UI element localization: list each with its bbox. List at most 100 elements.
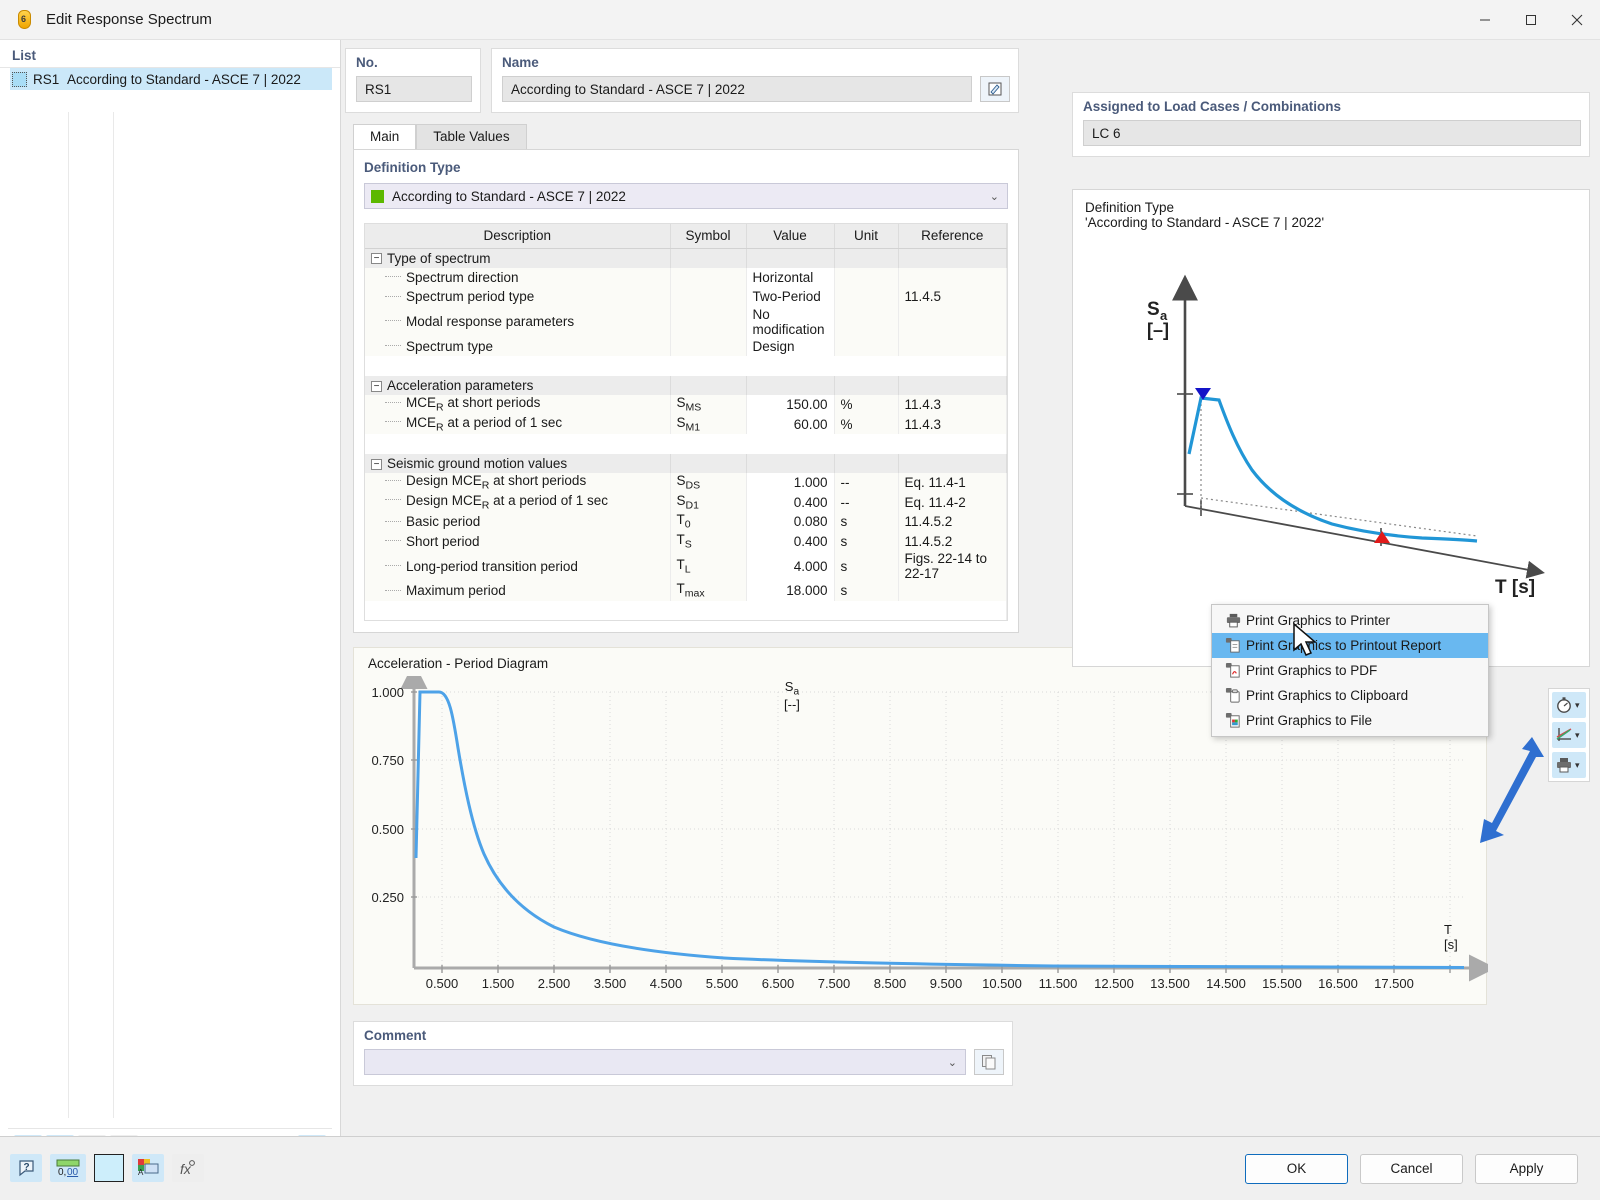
assigned-field[interactable]: LC 6 bbox=[1083, 120, 1581, 146]
print-file-icon bbox=[1220, 712, 1246, 729]
display-properties-icon[interactable]: A bbox=[132, 1154, 164, 1182]
cancel-button[interactable]: Cancel bbox=[1360, 1153, 1463, 1184]
diagram-y-axis-label: Sa [--] bbox=[784, 679, 800, 713]
preview-line-2: 'According to Standard - ASCE 7 | 2022' bbox=[1085, 215, 1325, 230]
list-item-name: According to Standard - ASCE 7 | 2022 bbox=[67, 71, 301, 87]
menu-label: Print Graphics to PDF bbox=[1246, 663, 1378, 678]
units-icon[interactable]: 0, 00 bbox=[50, 1154, 86, 1182]
row-value: 1.000 bbox=[746, 473, 835, 493]
svg-text:3.500: 3.500 bbox=[594, 976, 627, 991]
row-reference: Eq. 11.4-2 bbox=[898, 492, 1007, 512]
col-value: Value bbox=[746, 224, 835, 249]
tab-table-values[interactable]: Table Values bbox=[416, 124, 527, 149]
col-description: Description bbox=[365, 224, 671, 249]
svg-text:?: ? bbox=[24, 1162, 30, 1173]
col-unit: Unit bbox=[834, 224, 899, 249]
diagram-toolbar: ▾ ▾ ▾ bbox=[1548, 688, 1590, 782]
table-row[interactable]: Spectrum type Design bbox=[365, 336, 1007, 356]
menu-item-print-to-file[interactable]: Print Graphics to File bbox=[1212, 708, 1488, 733]
table-row[interactable]: Short period TS 0.400 s 11.4.5.2 bbox=[365, 531, 1007, 551]
row-unit: s bbox=[834, 531, 899, 551]
collapse-icon[interactable]: − bbox=[371, 458, 382, 470]
chevron-down-icon: ⌄ bbox=[947, 1056, 957, 1069]
svg-text:4.500: 4.500 bbox=[650, 976, 683, 991]
row-value[interactable]: 60.00 bbox=[746, 414, 835, 434]
row-description: Modal response parameters bbox=[406, 314, 575, 329]
menu-item-print-to-printer[interactable]: Print Graphics to Printer bbox=[1212, 608, 1488, 633]
row-value[interactable]: 150.00 bbox=[746, 395, 835, 415]
row-value: Horizontal bbox=[746, 267, 835, 287]
svg-text:2.500: 2.500 bbox=[538, 976, 571, 991]
no-field[interactable]: RS1 bbox=[356, 76, 472, 102]
dialog-footer: OK Cancel Apply bbox=[0, 1136, 1600, 1200]
row-reference: Figs. 22-14 to 22-17 bbox=[898, 551, 1007, 581]
help-icon[interactable]: ? bbox=[10, 1154, 42, 1182]
svg-text:0.750: 0.750 bbox=[371, 753, 404, 768]
table-group-row[interactable]: − Type of spectrum bbox=[365, 248, 1007, 268]
list-item-no: RS1 bbox=[33, 71, 60, 87]
menu-item-print-to-printout-report[interactable]: Print Graphics to Printout Report bbox=[1212, 633, 1488, 658]
diagram-icon[interactable]: ▾ bbox=[1552, 722, 1586, 748]
row-description: MCER at a period of 1 sec bbox=[406, 414, 563, 434]
row-reference: Eq. 11.4-1 bbox=[898, 473, 1007, 493]
print-clipboard-icon bbox=[1220, 687, 1246, 704]
caret-down-icon[interactable]: ▾ bbox=[1575, 700, 1586, 711]
row-description: Design MCER at a period of 1 sec bbox=[406, 492, 608, 512]
tab-main[interactable]: Main bbox=[353, 124, 417, 149]
table-row[interactable]: Design MCER at a period of 1 sec SD1 0.4… bbox=[365, 492, 1007, 512]
maximize-button[interactable] bbox=[1508, 0, 1554, 40]
comment-input[interactable]: ⌄ bbox=[364, 1049, 966, 1075]
definition-preview: Definition Type 'According to Standard -… bbox=[1072, 189, 1590, 667]
row-reference: 11.4.5.2 bbox=[898, 512, 1007, 532]
group-title: Type of spectrum bbox=[387, 250, 491, 266]
caret-down-icon[interactable]: ▾ bbox=[1575, 760, 1586, 771]
svg-text:1.000: 1.000 bbox=[371, 685, 404, 700]
edit-pencil-icon[interactable] bbox=[980, 76, 1010, 102]
row-description: Design MCER at short periods bbox=[406, 473, 587, 493]
collapse-icon[interactable]: − bbox=[371, 380, 382, 392]
close-button[interactable] bbox=[1554, 0, 1600, 40]
svg-text:00: 00 bbox=[67, 1167, 79, 1178]
comment-label: Comment bbox=[364, 1028, 427, 1043]
row-unit: % bbox=[834, 395, 899, 415]
table-row[interactable]: MCER at short periods SMS 150.00 % 11.4.… bbox=[365, 395, 1007, 415]
row-symbol: SDS bbox=[670, 473, 747, 493]
menu-item-print-to-pdf[interactable]: Print Graphics to PDF bbox=[1212, 658, 1488, 683]
table-row[interactable]: Spectrum direction Horizontal bbox=[365, 267, 1007, 287]
table-body: − Type of spectrum Spectrum direction Hor… bbox=[365, 248, 1007, 620]
collapse-icon[interactable]: − bbox=[371, 253, 382, 265]
row-value[interactable]: 4.000 bbox=[746, 551, 835, 581]
table-group-row[interactable]: − Acceleration parameters bbox=[365, 375, 1007, 395]
table-row[interactable]: Spectrum period type Two-Period 11.4.5 bbox=[365, 287, 1007, 307]
preview-diagram: S a [–] T [s] bbox=[1147, 274, 1545, 598]
row-value: 0.400 bbox=[746, 531, 835, 551]
row-value[interactable]: 18.000 bbox=[746, 581, 835, 601]
timer-icon[interactable]: ▾ bbox=[1552, 692, 1586, 718]
menu-item-print-to-clipboard[interactable]: Print Graphics to Clipboard bbox=[1212, 683, 1488, 708]
row-unit: -- bbox=[834, 473, 899, 493]
row-value: 0.080 bbox=[746, 512, 835, 532]
parameters-table: Description Symbol Value Unit Reference … bbox=[365, 224, 1007, 620]
table-group-row[interactable]: − Seismic ground motion values bbox=[365, 453, 1007, 473]
svg-text:0.250: 0.250 bbox=[371, 890, 404, 905]
table-row[interactable]: Long-period transition period TL 4.000 s… bbox=[365, 551, 1007, 581]
caret-down-icon[interactable]: ▾ bbox=[1575, 730, 1586, 741]
color-swatch-icon[interactable] bbox=[94, 1154, 124, 1182]
definition-type-select[interactable]: According to Standard - ASCE 7 | 2022 ⌄ bbox=[364, 183, 1008, 209]
row-value: 0.400 bbox=[746, 492, 835, 512]
copy-icon[interactable] bbox=[974, 1049, 1004, 1075]
table-row[interactable]: MCER at a period of 1 sec SM1 60.00 % 11… bbox=[365, 414, 1007, 434]
list-item[interactable]: RS1 According to Standard - ASCE 7 | 202… bbox=[10, 68, 332, 90]
ok-button[interactable]: OK bbox=[1245, 1153, 1348, 1184]
printer-icon[interactable]: ▾ bbox=[1552, 752, 1586, 778]
table-row[interactable]: Basic period T0 0.080 s 11.4.5.2 bbox=[365, 512, 1007, 532]
table-row[interactable]: Maximum period Tmax 18.000 s bbox=[365, 581, 1007, 601]
comment-panel: Comment ⌄ bbox=[353, 1021, 1013, 1086]
row-selector[interactable] bbox=[12, 71, 27, 87]
apply-button[interactable]: Apply bbox=[1475, 1153, 1578, 1184]
table-row[interactable]: Modal response parameters No modificatio… bbox=[365, 306, 1007, 337]
formula-icon[interactable]: fx bbox=[172, 1154, 204, 1182]
table-row[interactable]: Design MCER at short periods SDS 1.000 -… bbox=[365, 473, 1007, 493]
name-field[interactable]: According to Standard - ASCE 7 | 2022 bbox=[502, 76, 972, 102]
minimize-button[interactable] bbox=[1462, 0, 1508, 40]
